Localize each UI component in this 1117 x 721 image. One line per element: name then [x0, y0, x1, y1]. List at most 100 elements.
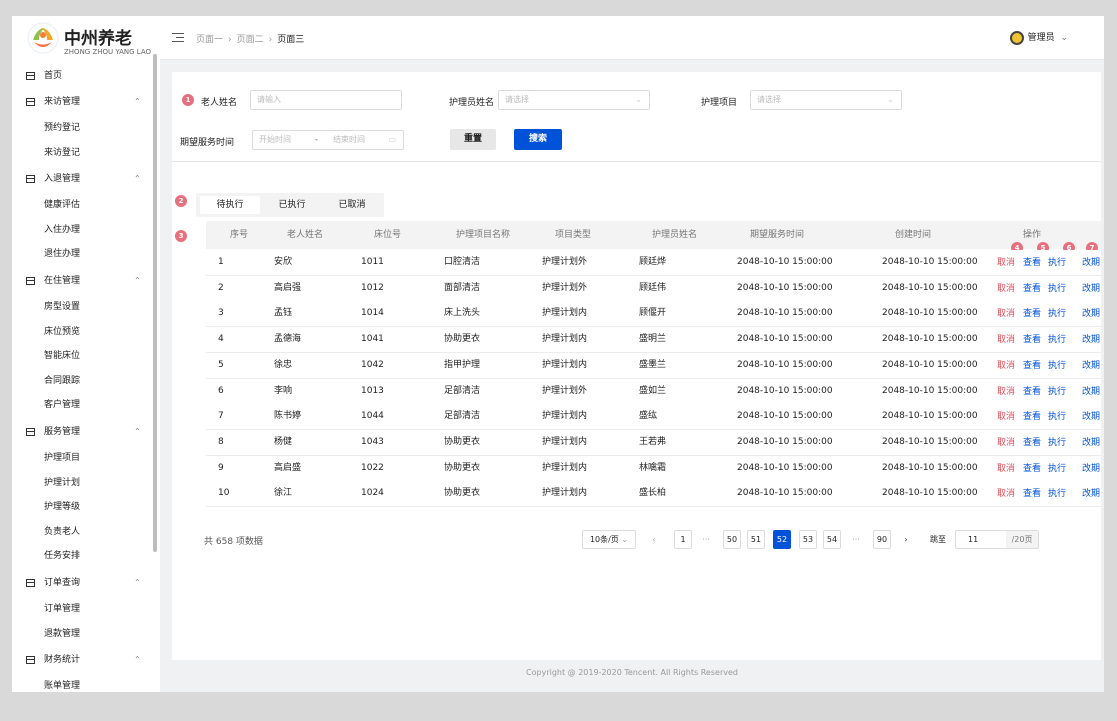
- view-link[interactable]: 查看: [1023, 404, 1041, 430]
- page-size-select[interactable]: 10条/页 ⌄: [582, 530, 636, 549]
- sidebar-item[interactable]: 订单查询 ⌃: [12, 571, 160, 595]
- sidebar-subitem[interactable]: 房型设置: [44, 295, 80, 319]
- execute-link[interactable]: 执行: [1048, 404, 1066, 430]
- view-link[interactable]: 查看: [1023, 379, 1041, 405]
- menu-fold-icon[interactable]: [172, 33, 184, 43]
- cancel-link[interactable]: 取消: [997, 250, 1015, 276]
- tab-cancelled[interactable]: 已取消: [324, 196, 380, 214]
- reschedule-link[interactable]: 改期: [1082, 379, 1100, 405]
- page-button[interactable]: 50: [723, 530, 741, 549]
- sidebar-subitem[interactable]: 床位预览: [44, 320, 80, 344]
- sidebar-subitem[interactable]: 护理计划: [44, 471, 80, 495]
- view-link[interactable]: 查看: [1023, 481, 1041, 507]
- end-time-input[interactable]: 结束时间: [333, 131, 365, 149]
- page-button[interactable]: 53: [799, 530, 817, 549]
- execute-link[interactable]: 执行: [1048, 327, 1066, 353]
- cancel-link[interactable]: 取消: [997, 327, 1015, 353]
- sidebar-subitem[interactable]: 智能床位: [44, 344, 80, 368]
- nurse-name-select[interactable]: 请选择 ⌄: [498, 90, 650, 110]
- sidebar-subitem[interactable]: 来访登记: [44, 141, 80, 165]
- service-time-range[interactable]: 开始时间 - 结束时间 ▭: [252, 130, 404, 150]
- prev-page-icon[interactable]: ‹: [648, 530, 660, 549]
- page-ellipsis[interactable]: ···: [698, 530, 714, 549]
- sidebar-item[interactable]: 服务管理 ⌃: [12, 420, 160, 444]
- execute-link[interactable]: 执行: [1048, 481, 1066, 507]
- sidebar-subitem[interactable]: 健康评估: [44, 193, 80, 217]
- sidebar-item[interactable]: 首页: [12, 64, 160, 88]
- sidebar-subitem[interactable]: 订单管理: [44, 597, 80, 621]
- care-item-select[interactable]: 请选择 ⌄: [750, 90, 902, 110]
- execute-link[interactable]: 执行: [1048, 301, 1066, 327]
- reset-button[interactable]: 重置: [450, 129, 496, 150]
- tab-pending[interactable]: 待执行: [200, 196, 260, 214]
- execute-link[interactable]: 执行: [1048, 430, 1066, 456]
- table-cell: 护理计划内: [542, 462, 588, 473]
- execute-link[interactable]: 执行: [1048, 250, 1066, 276]
- sidebar-subitem[interactable]: 负责老人: [44, 520, 80, 544]
- reschedule-link[interactable]: 改期: [1082, 456, 1100, 482]
- cancel-link[interactable]: 取消: [997, 276, 1015, 302]
- sidebar-item[interactable]: 入退管理 ⌃: [12, 167, 160, 191]
- execute-link[interactable]: 执行: [1048, 353, 1066, 379]
- cancel-link[interactable]: 取消: [997, 404, 1015, 430]
- page-button-current[interactable]: 52: [773, 530, 791, 549]
- page-button[interactable]: 90: [873, 530, 891, 549]
- sidebar-item[interactable]: 来访管理 ⌃: [12, 90, 160, 114]
- user-name: 管理员: [1027, 33, 1055, 43]
- search-button[interactable]: 搜索: [514, 129, 562, 150]
- elder-name-input[interactable]: 请输入: [250, 90, 402, 110]
- page-button[interactable]: 51: [747, 530, 765, 549]
- reschedule-link[interactable]: 改期: [1082, 481, 1100, 507]
- sidebar-subitem[interactable]: 护理等级: [44, 495, 80, 519]
- view-link[interactable]: 查看: [1023, 301, 1041, 327]
- sidebar-subitem[interactable]: 客户管理: [44, 393, 80, 417]
- reschedule-link[interactable]: 改期: [1082, 327, 1100, 353]
- view-link[interactable]: 查看: [1023, 456, 1041, 482]
- view-link[interactable]: 查看: [1023, 276, 1041, 302]
- view-link[interactable]: 查看: [1023, 250, 1041, 276]
- sidebar-subitem[interactable]: 账单管理: [44, 674, 80, 692]
- page-button[interactable]: 1: [674, 530, 692, 549]
- sidebar-item[interactable]: 在住管理 ⌃: [12, 269, 160, 293]
- view-link[interactable]: 查看: [1023, 430, 1041, 456]
- sidebar-subitem[interactable]: 退住办理: [44, 242, 80, 266]
- user-menu[interactable]: 管理员 ⌄: [1009, 30, 1068, 46]
- breadcrumb-item[interactable]: 页面二: [237, 35, 264, 45]
- view-link[interactable]: 查看: [1023, 327, 1041, 353]
- table-cell: 安欣: [274, 257, 293, 267]
- reschedule-link[interactable]: 改期: [1082, 430, 1100, 456]
- reschedule-link[interactable]: 改期: [1082, 301, 1100, 327]
- cancel-link[interactable]: 取消: [997, 481, 1015, 507]
- cancel-link[interactable]: 取消: [997, 301, 1015, 327]
- sidebar-subitem[interactable]: 入住办理: [44, 218, 80, 242]
- cancel-link[interactable]: 取消: [997, 456, 1015, 482]
- page-ellipsis[interactable]: ···: [848, 530, 864, 549]
- reschedule-link[interactable]: 改期: [1082, 404, 1100, 430]
- reschedule-link[interactable]: 改期: [1082, 276, 1100, 302]
- sidebar-subitem[interactable]: 护理项目: [44, 446, 80, 470]
- sidebar-item[interactable]: 财务统计 ⌃: [12, 648, 160, 672]
- tab-executed[interactable]: 已执行: [262, 196, 322, 214]
- reschedule-link[interactable]: 改期: [1082, 353, 1100, 379]
- execute-link[interactable]: 执行: [1048, 379, 1066, 405]
- breadcrumb-separator-icon: ›: [268, 35, 273, 45]
- sidebar-subitem[interactable]: 任务安排: [44, 544, 80, 568]
- next-page-icon[interactable]: ›: [900, 530, 912, 549]
- reschedule-link[interactable]: 改期: [1082, 250, 1100, 276]
- execute-link[interactable]: 执行: [1048, 276, 1066, 302]
- page-button[interactable]: 54: [823, 530, 841, 549]
- sidebar-scrollbar[interactable]: [153, 54, 157, 552]
- execute-link[interactable]: 执行: [1048, 456, 1066, 482]
- table-cell: 协助更衣: [444, 334, 481, 345]
- cancel-link[interactable]: 取消: [997, 379, 1015, 405]
- sidebar-subitem[interactable]: 退款管理: [44, 622, 80, 646]
- cancel-link[interactable]: 取消: [997, 430, 1015, 456]
- sidebar-subitem[interactable]: 预约登记: [44, 116, 80, 140]
- jump-page-input[interactable]: 11 /20页: [955, 530, 1039, 549]
- chevron-down-icon: ⌄: [635, 95, 642, 104]
- sidebar-subitem[interactable]: 合同跟踪: [44, 369, 80, 393]
- start-time-input[interactable]: 开始时间: [259, 135, 291, 144]
- breadcrumb-item[interactable]: 页面一: [196, 35, 223, 45]
- view-link[interactable]: 查看: [1023, 353, 1041, 379]
- cancel-link[interactable]: 取消: [997, 353, 1015, 379]
